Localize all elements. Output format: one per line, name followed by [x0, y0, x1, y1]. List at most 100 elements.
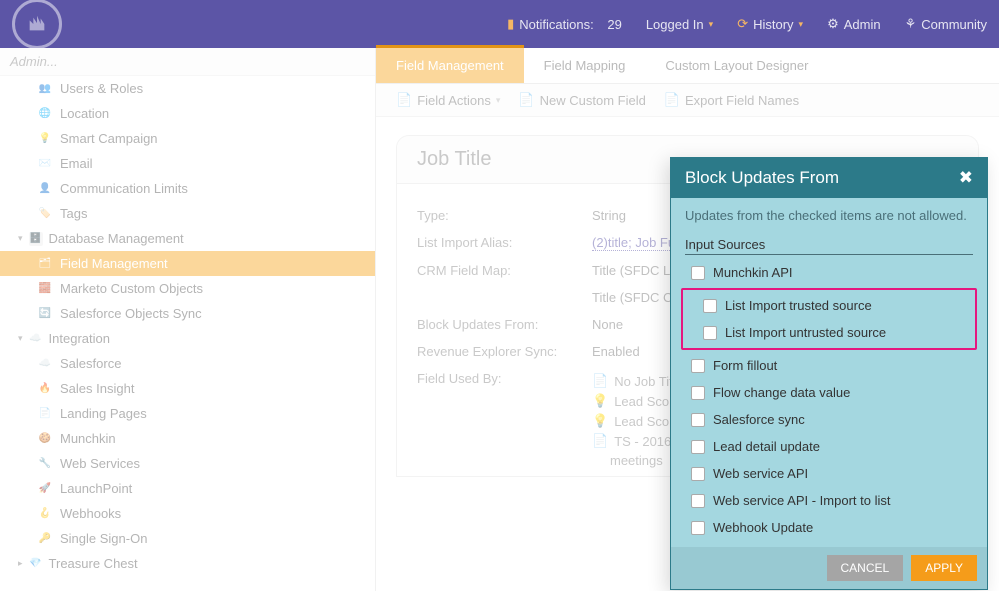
- sidebar-item-icon: 🍪: [38, 432, 52, 446]
- sidebar-item-label: Salesforce Objects Sync: [60, 306, 202, 321]
- field-property-label: Revenue Explorer Sync:: [417, 344, 592, 359]
- sidebar-item-web-services[interactable]: 🔧 Web Services: [0, 451, 375, 476]
- notifications-link[interactable]: ▮ Notifications: 29: [495, 16, 634, 32]
- sidebar-item-munchkin[interactable]: 🍪 Munchkin: [0, 426, 375, 451]
- field-actions-menu[interactable]: 📄Field Actions▾: [396, 92, 500, 108]
- new-custom-field-button[interactable]: 📄New Custom Field: [518, 92, 645, 108]
- sidebar-item-webhooks[interactable]: 🪝 Webhooks: [0, 501, 375, 526]
- sidebar-item-label: Webhooks: [60, 506, 121, 521]
- sidebar-item-icon: 🔧: [38, 457, 52, 471]
- sidebar-item-location[interactable]: 🌐Location: [0, 101, 375, 126]
- checkbox-icon[interactable]: [691, 467, 705, 481]
- checkbox-icon[interactable]: [691, 494, 705, 508]
- apply-button[interactable]: APPLY: [911, 555, 977, 581]
- sidebar-item-salesforce[interactable]: ☁️ Salesforce: [0, 351, 375, 376]
- block-option-web-service-api-import-to-list[interactable]: Web service API - Import to list: [671, 487, 987, 514]
- sidebar-item-email[interactable]: ✉️Email: [0, 151, 375, 176]
- sidebar-title: Admin...: [0, 48, 375, 76]
- sidebar-item-landing-pages[interactable]: 📄 Landing Pages: [0, 401, 375, 426]
- sidebar-item-icon: 🏷️: [38, 207, 52, 221]
- field-property-value: None: [592, 317, 623, 332]
- tab-custom-layout-designer[interactable]: Custom Layout Designer: [645, 48, 828, 83]
- sidebar-item-icon: 📄: [38, 407, 52, 421]
- sidebar-item-label: Field Management: [60, 256, 168, 271]
- sidebar-item-icon: 💡: [38, 132, 52, 146]
- block-option-label: Web service API - Import to list: [713, 493, 890, 508]
- cancel-button[interactable]: CANCEL: [827, 555, 904, 581]
- block-option-lead-detail-update[interactable]: Lead detail update: [671, 433, 987, 460]
- used-by-icon: 📄: [592, 433, 608, 449]
- sidebar-item-label: Single Sign-On: [60, 531, 147, 546]
- tabs: Field ManagementField MappingCustom Layo…: [376, 48, 999, 84]
- sidebar-item-tags[interactable]: 🏷️Tags: [0, 201, 375, 226]
- tab-field-management[interactable]: Field Management: [376, 45, 524, 83]
- sidebar-item-field-management[interactable]: 🗂 Field Management: [0, 251, 375, 276]
- export-field-names-button[interactable]: 📄Export Field Names: [664, 92, 799, 108]
- field-property-label: Block Updates From:: [417, 317, 592, 332]
- checkbox-icon[interactable]: [703, 326, 717, 340]
- toolbar: 📄Field Actions▾ 📄New Custom Field 📄Expor…: [376, 84, 999, 117]
- block-option-webhook-update[interactable]: Webhook Update: [671, 514, 987, 541]
- sidebar-item-icon: 🗂: [38, 257, 52, 271]
- sidebar-item-single-sign-on[interactable]: 🔑 Single Sign-On: [0, 526, 375, 551]
- field-property-label: Type:: [417, 208, 592, 223]
- checkbox-icon[interactable]: [691, 386, 705, 400]
- block-option-flow-change-data-value[interactable]: Flow change data value: [671, 379, 987, 406]
- field-used-by-label: Field Used By:: [417, 371, 592, 470]
- checkbox-icon[interactable]: [691, 440, 705, 454]
- history-menu[interactable]: ⟳History▾: [725, 16, 815, 32]
- sidebar-group-integration[interactable]: ▾☁️Integration: [0, 326, 375, 351]
- logged-in-menu[interactable]: Logged In▾: [634, 17, 725, 32]
- sidebar-item-users-roles[interactable]: 👥 Users & Roles: [0, 76, 375, 101]
- sidebar-item-label: Web Services: [60, 456, 140, 471]
- field-property-label: List Import Alias:: [417, 235, 592, 251]
- sidebar-group-treasure[interactable]: ▸💎Treasure Chest: [0, 551, 375, 576]
- sidebar-item-salesforce-objects-sync[interactable]: 🔄 Salesforce Objects Sync: [0, 301, 375, 326]
- admin-link[interactable]: ⚙Admin: [815, 16, 893, 32]
- block-option-list-import-untrusted-source[interactable]: List Import untrusted source: [683, 319, 975, 346]
- community-link[interactable]: ⚘Community: [893, 16, 999, 32]
- block-option-web-service-api[interactable]: Web service API: [671, 460, 987, 487]
- sidebar-item-label: Sales Insight: [60, 381, 134, 396]
- block-option-munchkin-api[interactable]: Munchkin API: [671, 259, 987, 286]
- field-property-value[interactable]: (2)title; Job Fun: [592, 235, 682, 251]
- sidebar-item-label: Smart Campaign: [60, 131, 158, 146]
- sidebar-item-launchpoint[interactable]: 🚀LaunchPoint: [0, 476, 375, 501]
- block-option-label: Form fillout: [713, 358, 777, 373]
- block-option-label: Munchkin API: [713, 265, 793, 280]
- tab-field-mapping[interactable]: Field Mapping: [524, 48, 646, 83]
- checkbox-icon[interactable]: [691, 266, 705, 280]
- sidebar-item-label: Salesforce: [60, 356, 121, 371]
- sidebar-group-database[interactable]: ▾🗄️Database Management: [0, 226, 375, 251]
- sidebar-item-icon: 👥: [38, 82, 52, 96]
- field-property-value: Enabled: [592, 344, 640, 359]
- checkbox-icon[interactable]: [691, 413, 705, 427]
- block-option-form-fillout[interactable]: Form fillout: [671, 352, 987, 379]
- sidebar-item-marketo-custom-objects[interactable]: 🧱Marketo Custom Objects: [0, 276, 375, 301]
- block-option-label: List Import untrusted source: [725, 325, 886, 340]
- sidebar-item-icon: 🔄: [38, 307, 52, 321]
- sidebar-item-icon: ☁️: [38, 357, 52, 371]
- close-icon[interactable]: ✖: [959, 168, 973, 188]
- checkbox-icon[interactable]: [691, 521, 705, 535]
- marketo-logo: [12, 0, 62, 49]
- sidebar-item-label: Communication Limits: [60, 181, 188, 196]
- modal-description: Updates from the checked items are not a…: [671, 198, 987, 233]
- block-option-label: Flow change data value: [713, 385, 850, 400]
- block-option-list-import-trusted-source[interactable]: List Import trusted source: [683, 292, 975, 319]
- sidebar-item-icon: 🌐: [38, 107, 52, 121]
- sidebar-item-communication-limits[interactable]: 👤Communication Limits: [0, 176, 375, 201]
- block-option-label: Salesforce sync: [713, 412, 805, 427]
- checkbox-icon[interactable]: [703, 299, 717, 313]
- sidebar-item-sales-insight[interactable]: 🔥Sales Insight: [0, 376, 375, 401]
- sidebar-item-smart-campaign[interactable]: 💡 Smart Campaign: [0, 126, 375, 151]
- block-option-salesforce-sync[interactable]: Salesforce sync: [671, 406, 987, 433]
- sidebar-item-label: Users & Roles: [60, 81, 143, 96]
- checkbox-icon[interactable]: [691, 359, 705, 373]
- sidebar-item-icon: 🔑: [38, 532, 52, 546]
- used-by-icon: 📄: [592, 373, 608, 389]
- sidebar-item-label: Landing Pages: [60, 406, 147, 421]
- used-by-icon: 💡: [592, 413, 608, 429]
- sidebar-item-icon: 🪝: [38, 507, 52, 521]
- sidebar-item-label: Munchkin: [60, 431, 116, 446]
